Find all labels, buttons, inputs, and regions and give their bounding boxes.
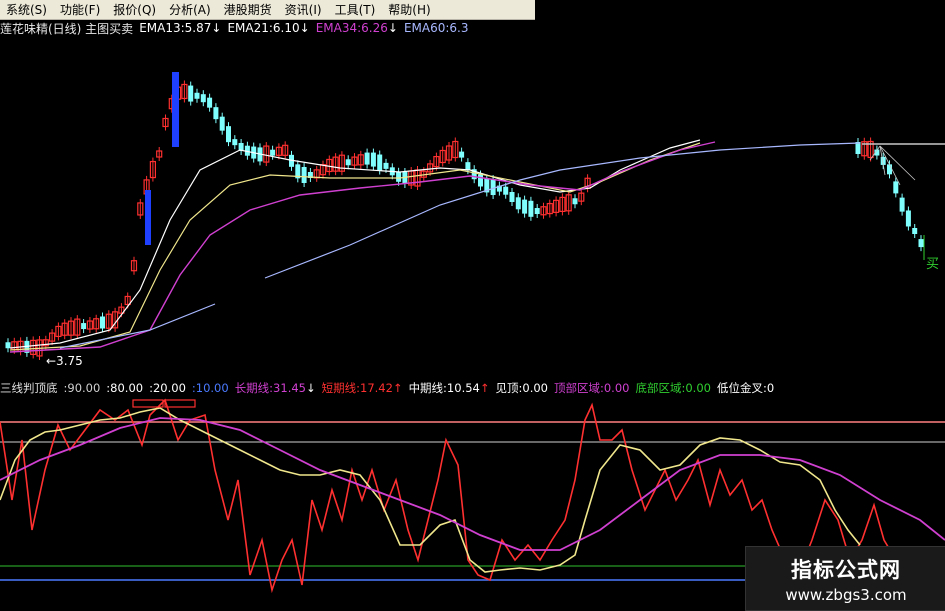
legend-ema21: EMA21:6.10↓ <box>227 21 310 35</box>
indicator-legend: 三线判顶底 :90.00 :80.00 :20.00 :10.00 长期线:31… <box>0 380 945 396</box>
candle-down <box>345 159 351 166</box>
candle-down <box>301 167 307 183</box>
legend-short-line: 短期线:17.42↑ <box>321 381 403 395</box>
main-chart-legend: 莲花味精(日线) 主图买卖 EMA13:5.87↓ EMA21:6.10↓ EM… <box>0 20 474 36</box>
candle-down <box>893 181 899 194</box>
candle-down <box>100 316 105 329</box>
indicator-title: 三线判顶底 <box>0 381 58 395</box>
candle-down <box>213 107 219 120</box>
ema21-line <box>9 142 701 351</box>
candle-down <box>465 162 471 171</box>
candle-down <box>459 151 465 158</box>
candle-down <box>503 186 509 195</box>
legend-mid-line: 中期线:10.54↑ <box>408 381 490 395</box>
candle-down <box>207 97 213 108</box>
candle-down <box>226 126 231 143</box>
main-chart-title: 莲花味精(日线) 主图买卖 <box>0 21 134 36</box>
candle-down <box>383 162 389 169</box>
candle-down <box>905 210 911 227</box>
legend-level-90: :90.00 <box>63 381 101 395</box>
watermark-logo: 指标公式网 www.zbgs3.com <box>745 546 945 611</box>
long-term-line <box>0 417 945 551</box>
legend-long-line: 长期线:31.45↓ <box>234 381 316 395</box>
candle-down <box>509 192 515 202</box>
legend-ema34: EMA34:6.26↓ <box>315 21 398 35</box>
legend-level-10: :10.00 <box>191 381 229 395</box>
candle-down <box>515 197 521 210</box>
buy-signal-label: 买 <box>926 257 939 272</box>
signal-bar <box>172 72 179 147</box>
legend-ema13: EMA13:5.87↓ <box>139 21 222 35</box>
candle-down <box>490 179 496 196</box>
candle-down <box>270 149 276 156</box>
mid-term-line <box>0 407 861 573</box>
low-price-label: ←3.75 <box>46 354 83 368</box>
candle-down <box>534 208 540 215</box>
candle-down <box>887 164 892 175</box>
candle-down <box>377 154 383 171</box>
candle-down <box>81 323 87 330</box>
legend-ema60: EMA60:6.3 <box>403 21 469 35</box>
candle-down <box>522 199 528 214</box>
legend-level-20: :20.00 <box>149 381 186 395</box>
candle-down <box>194 92 200 99</box>
legend-top-signal: 见顶:0.00 <box>495 381 548 395</box>
candle-down <box>232 139 238 146</box>
candle-down <box>364 152 370 165</box>
signal-bar <box>145 190 151 245</box>
candle-down <box>200 94 206 103</box>
kline-chart[interactable]: ←3.75 买 <box>0 0 945 609</box>
candle-down <box>912 228 918 235</box>
legend-top-zone: 顶部区域:0.00 <box>553 381 630 395</box>
ema34-line <box>9 141 716 353</box>
candle-down <box>572 198 578 205</box>
candle-down <box>5 342 11 349</box>
candle-down <box>188 85 194 102</box>
candle-down <box>918 239 924 248</box>
ema13-line <box>9 139 701 349</box>
legend-bottom-zone: 底部区域:0.00 <box>635 381 711 395</box>
watermark-url: www.zbgs3.com <box>785 585 907 604</box>
candle-down <box>855 142 861 154</box>
legend-low-golden-cross: 低位金叉:0 <box>716 381 775 395</box>
legend-level-80: :80.00 <box>106 381 144 395</box>
candle-down <box>478 174 483 187</box>
candle-down <box>396 171 402 182</box>
candle-down <box>219 116 225 131</box>
candle-down <box>528 200 534 217</box>
candle-down <box>899 197 905 212</box>
candle-down <box>370 152 376 167</box>
watermark-title: 指标公式网 <box>791 557 901 582</box>
top-zone-marker <box>164 399 196 408</box>
